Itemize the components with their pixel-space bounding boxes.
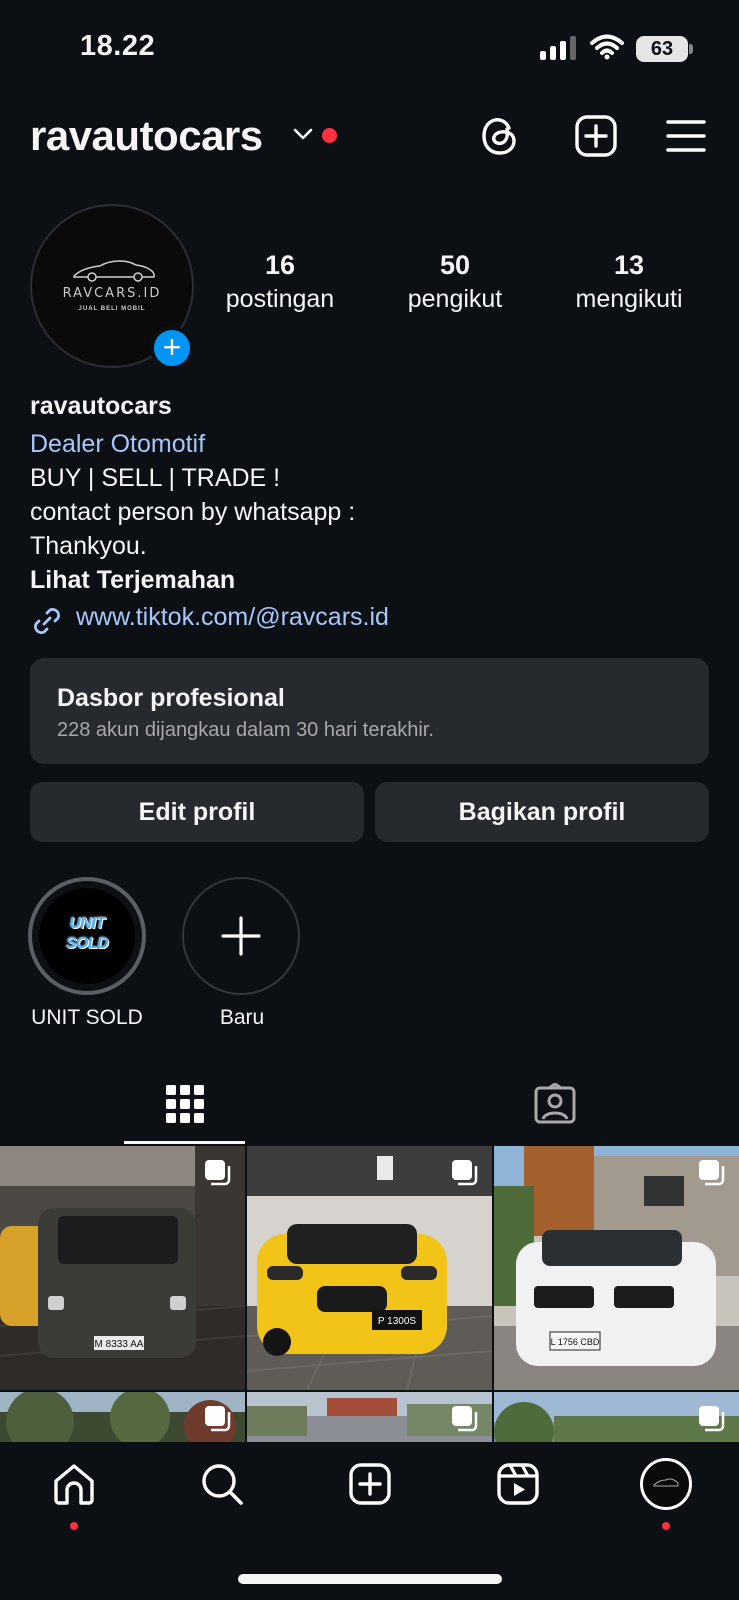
bio-line: contact person by whatsapp : bbox=[30, 498, 356, 526]
home-notification-dot bbox=[70, 1522, 78, 1530]
dashboard-subtitle: 228 akun dijangkau dalam 30 hari terakhi… bbox=[57, 719, 434, 741]
wifi-icon bbox=[590, 34, 624, 60]
car-logo-icon bbox=[73, 260, 155, 282]
home-icon[interactable] bbox=[52, 1462, 96, 1506]
highlight-label: UNIT SOLD bbox=[31, 1006, 143, 1029]
bio-line: BUY | SELL | TRADE ! bbox=[30, 464, 281, 492]
post-thumbnail[interactable] bbox=[247, 1392, 492, 1442]
bio-line: Thankyou. bbox=[30, 532, 147, 560]
post-thumbnail[interactable] bbox=[0, 1392, 245, 1442]
post-thumbnail[interactable]: M 8333 AA bbox=[0, 1146, 245, 1390]
post-plate: P 1300S bbox=[378, 1316, 417, 1327]
tagged-icon[interactable] bbox=[533, 1083, 577, 1125]
grid-icon[interactable] bbox=[166, 1085, 204, 1123]
profile-notification-dot bbox=[662, 1522, 670, 1530]
avatar-tagline: JUAL BELI MOBIL bbox=[78, 306, 146, 312]
status-time: 18.22 bbox=[80, 30, 156, 62]
home-indicator bbox=[238, 1574, 502, 1584]
notification-dot bbox=[322, 128, 337, 143]
profile-avatar-logo bbox=[653, 1478, 679, 1487]
post-thumbnail[interactable]: L 1756 CBD bbox=[494, 1146, 739, 1390]
carousel-icon bbox=[205, 1160, 231, 1186]
profile-icon[interactable] bbox=[640, 1458, 692, 1510]
new-highlight-button[interactable] bbox=[182, 877, 300, 995]
active-tab-indicator bbox=[124, 1141, 245, 1144]
battery-nub bbox=[689, 44, 693, 54]
stat-posts-value: 16 bbox=[264, 250, 296, 280]
chevron-down-icon[interactable] bbox=[292, 126, 314, 142]
post-thumbnail[interactable]: P 1300S bbox=[247, 1146, 492, 1390]
threads-icon[interactable] bbox=[476, 112, 524, 160]
carousel-icon bbox=[452, 1160, 478, 1186]
carousel-icon bbox=[699, 1160, 725, 1186]
post-plate: M 8333 AA bbox=[95, 1339, 144, 1350]
signal-icon bbox=[540, 36, 576, 60]
stat-posts-label: postingan bbox=[225, 285, 335, 313]
battery-level: 63 bbox=[636, 36, 688, 62]
plus-icon bbox=[221, 916, 261, 956]
account-username[interactable]: ravautocars bbox=[30, 112, 263, 160]
edit-profile-button[interactable]: Edit profil bbox=[30, 782, 364, 842]
bio-category[interactable]: Dealer Otomotif bbox=[30, 430, 205, 459]
avatar-brand: RAVCARS.ID bbox=[62, 286, 162, 301]
stat-posts[interactable]: 16 postingan bbox=[205, 250, 355, 314]
reels-icon[interactable] bbox=[496, 1462, 540, 1506]
bio-name: ravautocars bbox=[30, 392, 172, 420]
search-icon[interactable] bbox=[200, 1462, 244, 1506]
new-post-icon[interactable] bbox=[572, 112, 620, 160]
stat-following-value: 13 bbox=[613, 250, 645, 280]
post-thumbnail[interactable] bbox=[494, 1392, 739, 1442]
highlight-cover-text: UNIT bbox=[69, 915, 105, 932]
stat-following[interactable]: 13 mengikuti bbox=[554, 250, 704, 314]
menu-icon[interactable] bbox=[662, 112, 710, 160]
link-icon bbox=[34, 608, 60, 634]
share-profile-button[interactable]: Bagikan profil bbox=[375, 782, 709, 842]
posts-grid: M 8333 AA P 1300S L 1756 CBD bbox=[0, 1146, 739, 1442]
stat-following-label: mengikuti bbox=[575, 285, 683, 313]
bio-link[interactable]: www.tiktok.com/@ravcars.id bbox=[76, 603, 389, 632]
professional-dashboard[interactable]: Dasbor profesional 228 akun dijangkau da… bbox=[30, 658, 709, 764]
stat-followers-value: 50 bbox=[439, 250, 471, 280]
dashboard-title: Dasbor profesional bbox=[57, 684, 285, 712]
highlight-cover-text: SOLD bbox=[65, 935, 109, 952]
highlight-unit-sold[interactable]: UNIT SOLD bbox=[28, 877, 146, 995]
stat-followers-label: pengikut bbox=[407, 285, 503, 313]
carousel-icon bbox=[452, 1406, 478, 1432]
carousel-icon bbox=[205, 1406, 231, 1432]
carousel-icon bbox=[699, 1406, 725, 1432]
see-translation-link[interactable]: Lihat Terjemahan bbox=[30, 566, 235, 595]
post-plate: L 1756 CBD bbox=[551, 1337, 600, 1347]
add-story-button[interactable]: + bbox=[150, 326, 194, 370]
create-icon[interactable] bbox=[348, 1462, 392, 1506]
stat-followers[interactable]: 50 pengikut bbox=[380, 250, 530, 314]
highlight-cover: UNIT SOLD bbox=[39, 888, 135, 984]
highlight-label: Baru bbox=[219, 1006, 265, 1029]
